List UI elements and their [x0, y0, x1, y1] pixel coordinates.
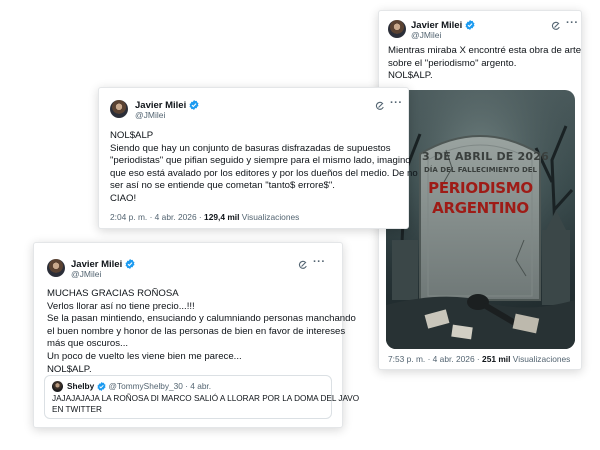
avatar[interactable]: [110, 100, 128, 118]
grok-icon[interactable]: [298, 260, 308, 270]
grok-icon[interactable]: [551, 21, 561, 31]
inscription-word-2: ARGENTINO: [432, 199, 529, 217]
more-icon[interactable]: ···: [313, 256, 326, 268]
tweet-image[interactable]: 3 DE ABRIL DE 2026 DÍA DEL FALLECIMIENTO…: [386, 90, 575, 349]
tweet-text: MUCHAS GRACIAS ROÑOSA Verlos llorar así …: [47, 288, 356, 375]
avatar[interactable]: [47, 259, 65, 277]
more-icon[interactable]: ···: [566, 17, 579, 29]
quoted-text: JAJAJAJAJA LA ROÑOSA DI MARCO SALIÓ A LL…: [52, 394, 360, 414]
more-icon[interactable]: ···: [390, 97, 403, 109]
views-label: Visualizaciones: [241, 212, 300, 222]
author-handle[interactable]: @JMilei: [411, 30, 441, 40]
views-count: 129,4 mil: [204, 212, 240, 222]
inscription-date: 3 DE ABRIL DE 2026: [422, 150, 549, 163]
quoted-date: · 4 abr.: [185, 381, 212, 391]
tweet-text: Mientras miraba X encontré esta obra de …: [388, 45, 582, 82]
quoted-avatar[interactable]: [52, 381, 63, 392]
inscription-word-1: PERIODISMO: [428, 179, 533, 197]
quoted-header: Shelby @TommyShelby_30 · 4 abr.: [67, 381, 211, 391]
avatar[interactable]: [388, 20, 406, 38]
verified-badge-icon: [465, 20, 475, 30]
author-handle[interactable]: @JMilei: [135, 110, 165, 120]
quoted-author-name[interactable]: Shelby: [67, 381, 94, 391]
quoted-tweet[interactable]: Shelby @TommyShelby_30 · 4 abr. JAJAJAJA…: [44, 375, 359, 419]
tweet-text: NOL$ALP Siendo que hay un conjunto de ba…: [110, 130, 418, 204]
tweet-card-thanks[interactable]: Javier Milei @JMilei ··· MUCHAS GRACIAS …: [33, 242, 359, 428]
tweet-card-journalists[interactable]: Javier Milei @JMilei ··· NOL$ALP Siendo …: [98, 87, 418, 229]
grok-icon[interactable]: [375, 101, 385, 111]
tweet-meta: 7:53 p. m. · 4 abr. 2026 · 251 mil Visua…: [388, 354, 570, 364]
quoted-author-handle[interactable]: @TommyShelby_30: [109, 381, 183, 391]
tombstone-inscription: 3 DE ABRIL DE 2026 DÍA DEL FALLECIMIENTO…: [422, 150, 549, 217]
verified-badge-icon: [189, 100, 199, 110]
tweet-timestamp[interactable]: 2:04 p. m. · 4 abr. 2026 ·: [110, 212, 202, 222]
author-handle[interactable]: @JMilei: [71, 269, 101, 279]
tweet-timestamp[interactable]: 7:53 p. m. · 4 abr. 2026 ·: [388, 354, 480, 364]
verified-badge-icon: [125, 259, 135, 269]
verified-badge-icon: [97, 382, 106, 391]
views-label: Visualizaciones: [512, 354, 571, 364]
views-count: 251 mil: [482, 354, 511, 364]
inscription-subtitle: DÍA DEL FALLECIMIENTO DEL: [423, 166, 538, 174]
cemetery-illustration: [386, 90, 575, 349]
tweet-meta: 2:04 p. m. · 4 abr. 2026 · 129,4 mil Vis…: [110, 212, 299, 222]
